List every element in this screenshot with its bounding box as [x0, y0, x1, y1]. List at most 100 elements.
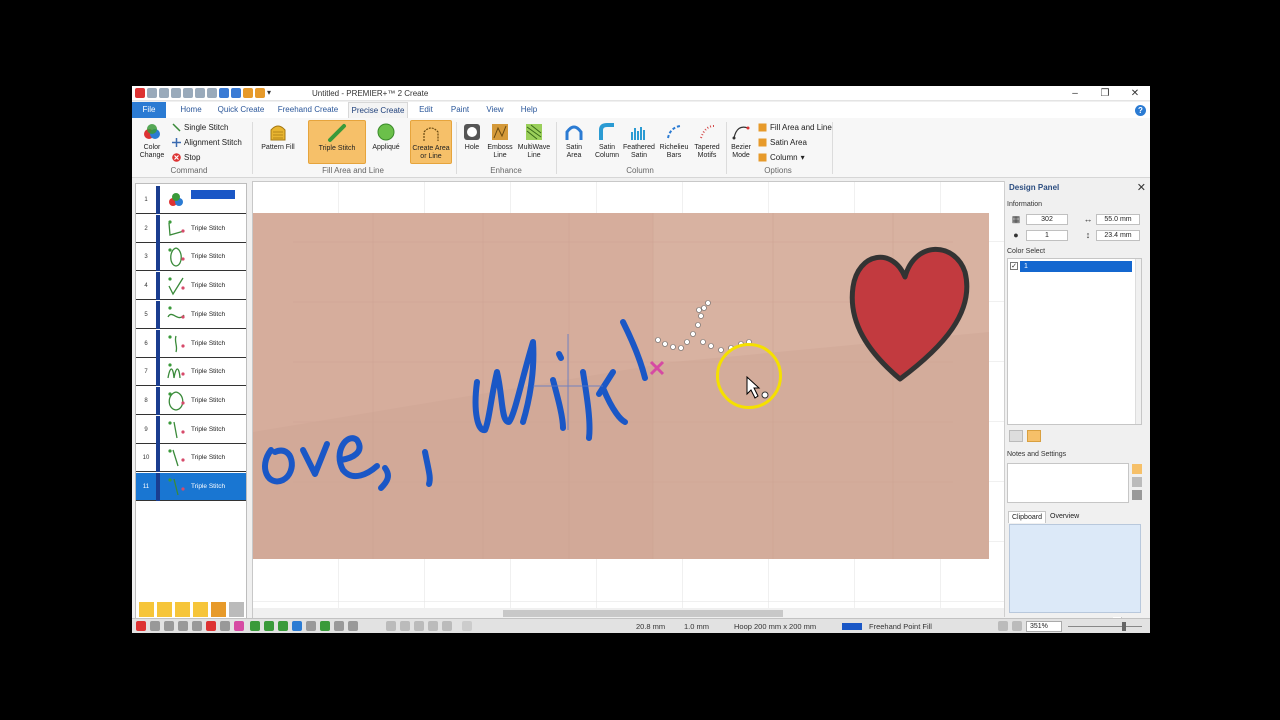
select-icon[interactable]: [414, 621, 424, 631]
tab-paint[interactable]: Paint: [448, 102, 472, 118]
settings-icon[interactable]: [1132, 477, 1142, 487]
tool-icon[interactable]: [220, 621, 230, 631]
tab-clipboard[interactable]: Clipboard: [1008, 511, 1046, 523]
edit-pen-icon[interactable]: [1132, 490, 1142, 500]
sequence-item[interactable]: 11 Triple Stitch: [136, 473, 246, 501]
tool-icon[interactable]: [292, 621, 302, 631]
tool-icon[interactable]: [164, 621, 174, 631]
sequence-item[interactable]: 5 Triple Stitch: [136, 300, 246, 329]
clipboard-area[interactable]: [1009, 524, 1141, 613]
zoom-icon[interactable]: [1012, 621, 1022, 631]
close-button[interactable]: ✕: [1120, 86, 1150, 101]
tool-icon[interactable]: [150, 621, 160, 631]
stitch-icon[interactable]: [255, 88, 265, 98]
satin-area-option[interactable]: Satin Area: [758, 138, 807, 147]
hoop-icon[interactable]: [264, 621, 274, 631]
richelieu-bars-button[interactable]: Richelieu Bars: [656, 122, 692, 160]
move-to-top-icon[interactable]: [139, 602, 154, 617]
save-icon[interactable]: [159, 88, 169, 98]
tab-freehand-create[interactable]: Freehand Create: [276, 102, 340, 118]
restore-button[interactable]: ❐: [1090, 86, 1120, 101]
triple-stitch-button[interactable]: Triple Stitch: [308, 120, 366, 164]
undo-icon[interactable]: [219, 88, 229, 98]
design-canvas[interactable]: [252, 181, 1122, 619]
multiwave-line-button[interactable]: MultiWave Line: [516, 122, 552, 160]
move-up-icon[interactable]: [157, 602, 172, 617]
view-icon[interactable]: [207, 88, 217, 98]
select-icon[interactable]: [462, 621, 472, 631]
redo-icon[interactable]: [231, 88, 241, 98]
new-icon[interactable]: [147, 88, 157, 98]
tab-quick-create[interactable]: Quick Create: [216, 102, 266, 118]
properties-icon[interactable]: [229, 602, 244, 617]
tool-icon[interactable]: [348, 621, 358, 631]
pattern-fill-button[interactable]: Pattern Fill: [260, 122, 296, 152]
tapered-motifs-button[interactable]: Tapered Motifs: [692, 122, 722, 160]
select-icon[interactable]: [386, 621, 396, 631]
zoom-slider-thumb[interactable]: [1122, 622, 1126, 631]
work-area[interactable]: [253, 182, 1113, 608]
bezier-mode-button[interactable]: Bezier Mode: [728, 122, 754, 160]
minimize-button[interactable]: –: [1060, 86, 1090, 101]
thread-view-toggle-icon[interactable]: [1027, 430, 1041, 442]
sequence-item[interactable]: 8 Triple Stitch: [136, 386, 246, 415]
fill-area-and-line-option[interactable]: Fill Area and Line: [758, 123, 832, 132]
zoom-slider[interactable]: [1068, 626, 1142, 627]
move-to-bottom-icon[interactable]: [193, 602, 208, 617]
tab-view[interactable]: View: [484, 102, 506, 118]
save-as-icon[interactable]: [171, 88, 181, 98]
help-icon[interactable]: ?: [1135, 105, 1146, 116]
tool-icon[interactable]: [206, 621, 216, 631]
notes-area[interactable]: [1007, 463, 1129, 503]
sequence-item[interactable]: 6 Triple Stitch: [136, 329, 246, 358]
customize-qat-icon[interactable]: ▾: [267, 88, 277, 98]
satin-column-button[interactable]: Satin Column: [592, 122, 622, 160]
zoom-select[interactable]: 351%: [1026, 621, 1062, 632]
sequence-item[interactable]: 2 Triple Stitch: [136, 214, 246, 243]
scroll-thumb[interactable]: [503, 610, 783, 617]
color-checkbox[interactable]: ✓: [1010, 262, 1018, 270]
sequence-item[interactable]: 7 Triple Stitch: [136, 358, 246, 387]
tab-edit[interactable]: Edit: [416, 102, 436, 118]
single-stitch-button[interactable]: Single Stitch: [172, 123, 228, 132]
tab-precise-create[interactable]: Precise Create: [348, 102, 408, 118]
tool-icon[interactable]: [334, 621, 344, 631]
tool-icon[interactable]: [234, 621, 244, 631]
create-area-or-line-button[interactable]: Create Area or Line: [410, 120, 452, 164]
alignment-stitch-button[interactable]: Alignment Stitch: [172, 138, 242, 147]
add-icon[interactable]: [320, 621, 330, 631]
color-list-scrollbar[interactable]: [1135, 259, 1141, 424]
feathered-satin-button[interactable]: Feathered Satin: [622, 122, 656, 160]
toolbox-icon[interactable]: [243, 88, 253, 98]
select-icon[interactable]: [442, 621, 452, 631]
satin-area-button[interactable]: Satin Area: [560, 122, 588, 160]
hole-button[interactable]: Hole: [460, 122, 484, 152]
export-icon[interactable]: [195, 88, 205, 98]
color-select-list[interactable]: ✓ 1: [1007, 258, 1142, 425]
move-down-icon[interactable]: [175, 602, 190, 617]
close-panel-icon[interactable]: ✕: [1137, 181, 1146, 194]
sequence-item[interactable]: 9 Triple Stitch: [136, 415, 246, 444]
sequence-item[interactable]: 4 Triple Stitch: [136, 272, 246, 301]
tool-icon[interactable]: [278, 621, 288, 631]
tool-icon[interactable]: [192, 621, 202, 631]
tab-home[interactable]: Home: [172, 102, 210, 118]
sequence-item[interactable]: 10 Triple Stitch: [136, 444, 246, 473]
grid-icon[interactable]: [250, 621, 260, 631]
column-option[interactable]: Column ▾: [758, 153, 805, 162]
select-icon[interactable]: [428, 621, 438, 631]
emboss-line-button[interactable]: Emboss Line: [486, 122, 514, 160]
zoom-to-fit-icon[interactable]: [998, 621, 1008, 631]
stop-button[interactable]: Stop: [172, 153, 200, 162]
tool-icon[interactable]: [178, 621, 188, 631]
sequence-item[interactable]: 3 Triple Stitch: [136, 243, 246, 272]
tab-overview[interactable]: Overview: [1047, 511, 1082, 523]
applique-button[interactable]: Appliqué: [368, 122, 404, 152]
color-swatch-toggle-icon[interactable]: [1009, 430, 1023, 442]
group-icon[interactable]: [211, 602, 226, 617]
sequence-item[interactable]: 1: [136, 186, 246, 214]
tab-help[interactable]: Help: [518, 102, 540, 118]
color-item[interactable]: 1: [1020, 261, 1132, 272]
print-icon[interactable]: [183, 88, 193, 98]
tool-icon[interactable]: [306, 621, 316, 631]
